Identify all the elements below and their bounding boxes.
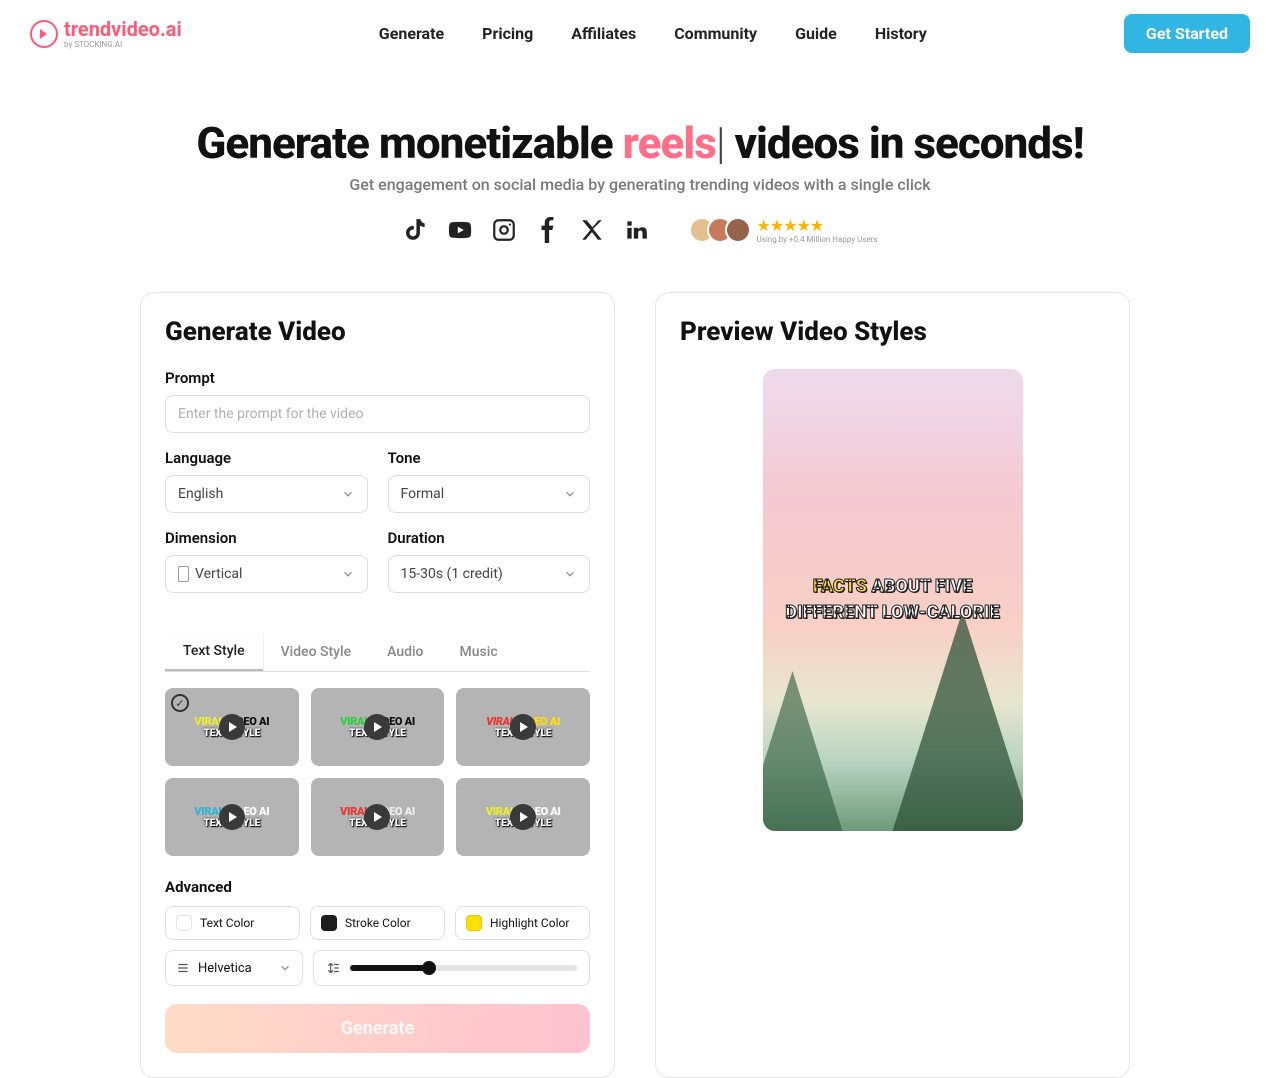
language-label: Language: [165, 449, 368, 467]
text-align-icon: [176, 961, 190, 975]
text-style-grid: ✓ VIRAL VIDEO AI TEXT STYLE VIRAL VIDEO …: [165, 688, 590, 856]
youtube-icon[interactable]: [447, 217, 473, 243]
top-nav: Generate Pricing Affiliates Community Gu…: [379, 24, 927, 43]
dimension-select[interactable]: Vertical: [165, 555, 368, 593]
nav-affiliates[interactable]: Affiliates: [571, 24, 636, 43]
chevron-down-icon: [563, 567, 577, 581]
text-style-option[interactable]: VIRAL VIDEO AI TEXT STYLE: [456, 688, 590, 766]
tone-select[interactable]: Formal: [388, 475, 591, 513]
prompt-label: Prompt: [165, 369, 590, 387]
play-icon: [510, 804, 536, 830]
size-slider[interactable]: [313, 950, 590, 986]
instagram-icon[interactable]: [491, 217, 517, 243]
linkedin-icon[interactable]: [623, 217, 649, 243]
logo-text: trendvideo.ai: [64, 19, 182, 39]
tab-text-style[interactable]: Text Style: [165, 633, 263, 671]
prompt-input[interactable]: [165, 395, 590, 433]
hero-section: Generate monetizable reels| videos in se…: [0, 67, 1280, 262]
preview-card: Preview Video Styles FACTS ABOUT FIVE DI…: [655, 292, 1130, 1078]
x-icon[interactable]: [579, 217, 605, 243]
preview-caption: FACTS ABOUT FIVE DIFFERENT LOW-CALORIE: [785, 574, 999, 626]
nav-community[interactable]: Community: [674, 24, 757, 43]
text-color-chip[interactable]: Text Color: [165, 906, 300, 940]
hero-title: Generate monetizable reels| videos in se…: [0, 117, 1280, 169]
facebook-icon[interactable]: [535, 217, 561, 243]
dimension-label: Dimension: [165, 529, 368, 547]
trust-badge: ★★★★★ Using by +0.4 Million Happy Users: [697, 216, 878, 244]
generate-card-title: Generate Video: [165, 317, 590, 347]
language-select[interactable]: English: [165, 475, 368, 513]
nav-pricing[interactable]: Pricing: [482, 24, 533, 43]
font-select[interactable]: Helvetica: [165, 950, 303, 986]
preview-title: Preview Video Styles: [680, 317, 1105, 347]
tab-music[interactable]: Music: [442, 633, 516, 671]
chevron-down-icon: [278, 961, 292, 975]
chevron-down-icon: [341, 487, 355, 501]
chevron-down-icon: [563, 487, 577, 501]
advanced-title: Advanced: [165, 878, 590, 896]
play-icon: [510, 714, 536, 740]
play-icon: [219, 804, 245, 830]
text-style-option[interactable]: VIRAL VIDEO AI TEXT STYLE: [456, 778, 590, 856]
tone-label: Tone: [388, 449, 591, 467]
generate-button[interactable]: Generate: [165, 1004, 590, 1053]
logo-icon: [30, 20, 58, 48]
text-style-option[interactable]: VIRAL VIDEO AI TEXT STYLE: [165, 778, 299, 856]
nav-guide[interactable]: Guide: [795, 24, 837, 43]
generate-card: Generate Video Prompt Language English T…: [140, 292, 615, 1078]
header-bar: trendvideo.ai by STOCKING.AI Generate Pr…: [0, 0, 1280, 67]
stroke-color-chip[interactable]: Stroke Color: [310, 906, 445, 940]
preview-video[interactable]: FACTS ABOUT FIVE DIFFERENT LOW-CALORIE: [763, 369, 1023, 831]
logo-subtext: by STOCKING.AI: [64, 40, 182, 49]
tab-video-style[interactable]: Video Style: [263, 633, 369, 671]
play-icon: [219, 714, 245, 740]
logo[interactable]: trendvideo.ai by STOCKING.AI: [30, 19, 182, 49]
phone-icon: [178, 566, 189, 582]
swatch-icon: [321, 915, 337, 931]
duration-select[interactable]: 15-30s (1 credit): [388, 555, 591, 593]
highlight-color-chip[interactable]: Highlight Color: [455, 906, 590, 940]
tab-audio[interactable]: Audio: [369, 633, 441, 671]
tiktok-icon[interactable]: [403, 217, 429, 243]
swatch-icon: [466, 915, 482, 931]
get-started-button[interactable]: Get Started: [1124, 14, 1250, 53]
stars-icon: ★★★★★: [757, 216, 824, 235]
check-icon: ✓: [171, 694, 189, 712]
line-height-icon: [326, 961, 340, 975]
hero-subtitle: Get engagement on social media by genera…: [0, 175, 1280, 194]
social-row: ★★★★★ Using by +0.4 Million Happy Users: [0, 216, 1280, 244]
text-style-option[interactable]: VIRAL VIDEO AI TEXT STYLE: [311, 688, 445, 766]
style-subtabs: Text Style Video Style Audio Music: [165, 633, 590, 672]
text-style-option[interactable]: ✓ VIRAL VIDEO AI TEXT STYLE: [165, 688, 299, 766]
chevron-down-icon: [341, 567, 355, 581]
swatch-icon: [176, 915, 192, 931]
text-style-option[interactable]: VIRAL VIDEO AI TEXT STYLE: [311, 778, 445, 856]
duration-label: Duration: [388, 529, 591, 547]
nav-history[interactable]: History: [875, 24, 927, 43]
nav-generate[interactable]: Generate: [379, 24, 444, 43]
